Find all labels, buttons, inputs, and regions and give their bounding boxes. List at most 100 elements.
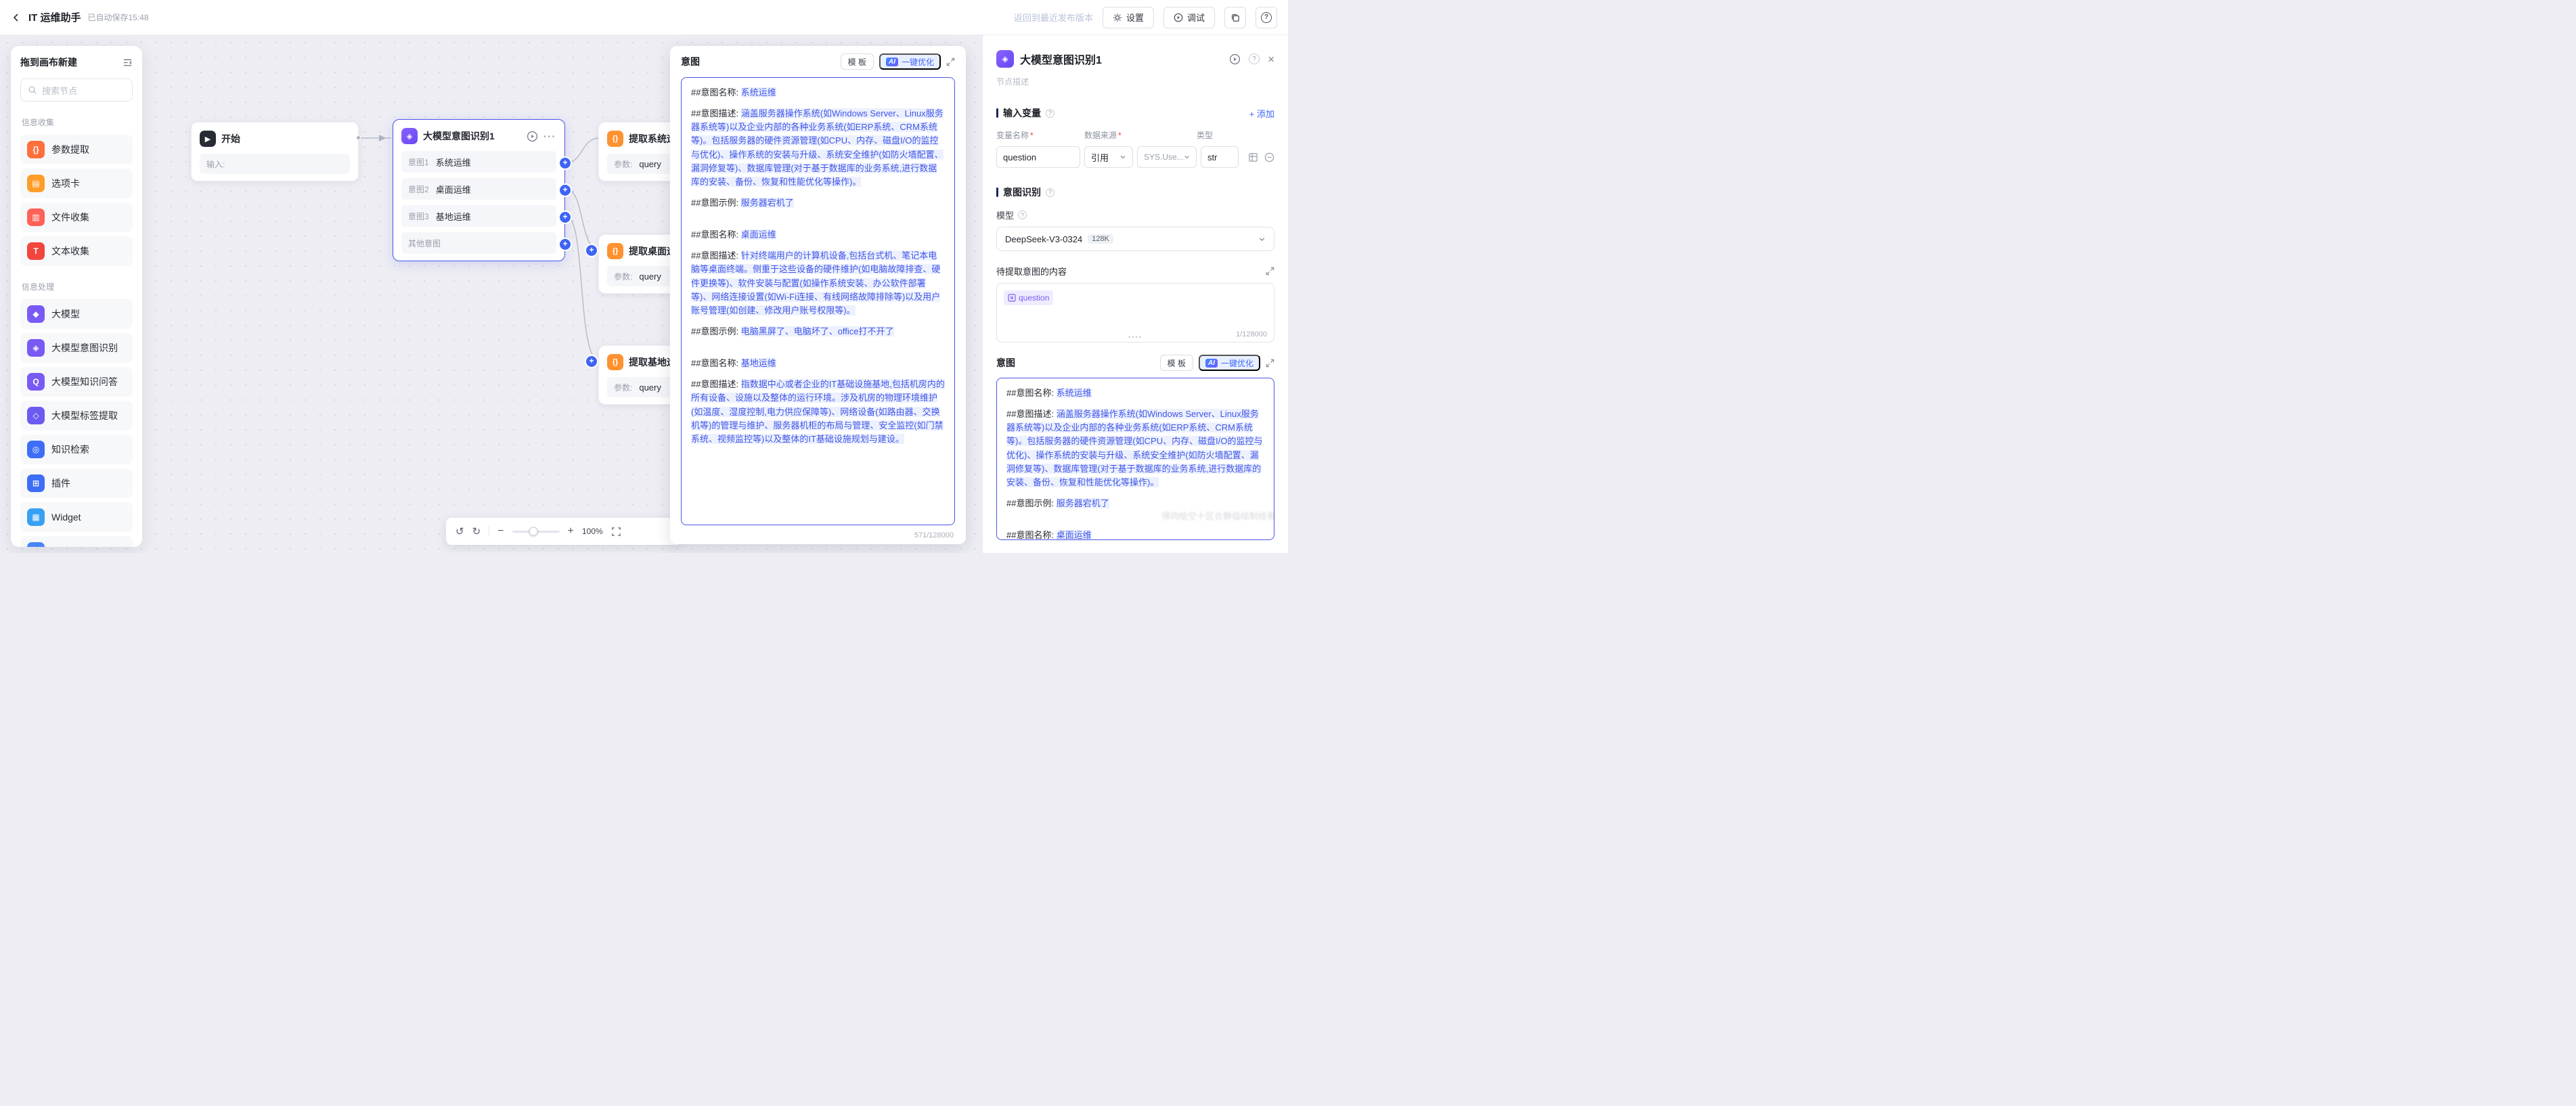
intent-editor[interactable]: ##意图名称: 系统运维##意图描述: 涵盖服务器操作系统(如Windows S… xyxy=(681,77,955,525)
sidebar-item-label: 插件 xyxy=(51,477,70,490)
redo-icon[interactable]: ↻ xyxy=(472,525,481,537)
ai-optimize-button[interactable]: AI 一键优化 xyxy=(1199,355,1260,371)
search-placeholder: 搜索节点 xyxy=(42,84,77,97)
topbar: IT 运维助手 已自动保存15:48 返回到最近发布版本 设置 调试 xyxy=(0,0,1288,35)
canvas-toolbar: ↺ ↻ − + 100% xyxy=(446,518,682,545)
node-start[interactable]: ▶ 开始 输入: xyxy=(191,122,359,181)
sidebar-item[interactable]: Q大模型知识问答 xyxy=(20,367,133,397)
sidebar-item[interactable]: ⊞ 插件 xyxy=(20,468,133,498)
undo-icon[interactable]: ↺ xyxy=(456,525,464,537)
llm-qa-icon: Q xyxy=(27,373,45,391)
close-icon[interactable]: × xyxy=(1268,53,1274,65)
search-input[interactable]: 搜索节点 xyxy=(20,79,133,102)
widget-icon: ▦ xyxy=(27,508,45,526)
model-select[interactable]: DeepSeek-V3-0324 128K xyxy=(996,227,1274,251)
template-button[interactable]: 模 板 xyxy=(841,53,874,70)
node-title: 开始 xyxy=(221,132,240,146)
intent-doc-line: ##意图示例: 服务器宕机了 xyxy=(1006,497,1264,510)
sidebar-item[interactable]: ▥文件收集 xyxy=(20,202,133,232)
variable-name-input[interactable]: question xyxy=(996,146,1080,168)
sidebar-item[interactable]: ▦Widget xyxy=(20,502,133,532)
llm-intent-node-icon: ◈ xyxy=(996,50,1014,68)
sidebar-section-title: 信息收集 xyxy=(22,116,131,128)
intent-panel-title: 意图 xyxy=(681,55,700,68)
sidebar-item[interactable]: ◎知识检索 xyxy=(20,435,133,464)
variable-icon xyxy=(1008,294,1016,302)
help-icon[interactable]: ? xyxy=(1018,211,1027,219)
zoom-slider[interactable] xyxy=(512,531,560,533)
variable-tag[interactable]: question xyxy=(1004,290,1053,305)
add-branch-icon[interactable]: + xyxy=(560,212,571,223)
add-node-on-edge-icon[interactable]: + xyxy=(586,245,597,256)
template-button[interactable]: 模 板 xyxy=(1160,355,1193,371)
back-to-release-link[interactable]: 返回到最近发布版本 xyxy=(1014,11,1093,24)
sidebar-item[interactable]: ▤ 选项卡 xyxy=(20,169,133,198)
intent-row-2[interactable]: 意图2 桌面运维 xyxy=(401,178,556,200)
run-node-icon[interactable] xyxy=(1229,53,1241,65)
add-variable-button[interactable]: + 添加 xyxy=(1249,107,1274,120)
sidebar-item[interactable]: T文本收集 xyxy=(20,236,133,266)
source-value-select[interactable]: SYS.Use... xyxy=(1137,146,1197,168)
sidebar-item[interactable]: ◇ 大模型标签提取 xyxy=(20,401,133,430)
llm-tag-icon: ◇ xyxy=(27,407,45,424)
help-button[interactable]: ? xyxy=(1256,7,1277,28)
parameter-extract-node-icon: {} xyxy=(607,354,623,370)
node-intent-recognition[interactable]: ◈ 大模型意图识别1 ··· 意图1 系统运维 意图2 桌面运维 意图3 基地运… xyxy=(393,119,565,261)
expand-icon[interactable] xyxy=(1266,267,1274,275)
intent-doc-line: ##意图名称: 桌面运维 xyxy=(1006,529,1264,540)
back-icon[interactable] xyxy=(11,12,22,23)
intent-editor[interactable]: ##意图名称: 系统运维##意图描述: 涵盖服务器操作系统(如Windows S… xyxy=(996,378,1274,540)
intent-doc-line: ##意图名称: 系统运维 xyxy=(691,86,945,99)
parameter-extract-icon: {} xyxy=(27,141,45,158)
help-icon: ? xyxy=(1261,12,1272,23)
help-icon[interactable]: ? xyxy=(1046,109,1054,118)
type-field[interactable]: str xyxy=(1201,146,1239,168)
add-branch-icon[interactable]: + xyxy=(560,239,571,250)
zoom-out-icon[interactable]: − xyxy=(497,526,504,537)
fit-view-icon[interactable] xyxy=(611,527,621,537)
resize-handle[interactable]: •••• xyxy=(1128,334,1142,340)
copy-page-button[interactable] xyxy=(1224,7,1246,28)
debug-button[interactable]: 调试 xyxy=(1163,7,1215,28)
expand-icon[interactable] xyxy=(1266,359,1274,368)
help-icon[interactable]: ? xyxy=(1046,188,1054,197)
help-icon[interactable]: ? xyxy=(1249,53,1260,64)
collapse-sidebar-icon[interactable] xyxy=(123,58,133,68)
ai-optimize-button[interactable]: AI 一键优化 xyxy=(879,53,941,70)
option-card-icon: ▤ xyxy=(27,175,45,192)
intent-row-other[interactable]: 其他意图 xyxy=(401,232,556,254)
sidebar-item[interactable]: ◈大模型意图识别 xyxy=(20,333,133,363)
intent-recognition-section-title: 意图识别 xyxy=(1003,185,1041,199)
intent-doc-line: ##意图示例: 服务器宕机了 xyxy=(691,196,945,210)
sidebar-item[interactable]: ◆大模型 xyxy=(20,299,133,329)
partial-icon xyxy=(27,542,45,547)
collapse-panel-icon[interactable] xyxy=(946,58,955,66)
node-library-sidebar: 拖到画布新建 搜索节点 信息收集{}参数提取▤选项卡▥文件收集T文本收集信息处理… xyxy=(11,46,142,547)
node-run-icon[interactable] xyxy=(527,131,538,142)
intent-label: 意图 xyxy=(996,356,1015,370)
zoom-slider-thumb[interactable] xyxy=(529,527,538,536)
plugin-icon: ⊞ xyxy=(27,474,45,492)
detail-grid-icon[interactable] xyxy=(1248,152,1258,162)
sidebar-item-label: 选项卡 xyxy=(51,177,80,190)
add-node-on-edge-icon[interactable]: + xyxy=(586,356,597,367)
sidebar-item-label: 大模型标签提取 xyxy=(51,409,118,422)
col-type: 类型 xyxy=(1197,129,1274,141)
node-description-placeholder[interactable]: 节点描述 xyxy=(996,76,1274,87)
intent-editor-panel: 意图 模 板 AI 一键优化 ##意图名称: 系统运维##意图描述: 涵盖服务器… xyxy=(670,46,966,544)
intent-row-1[interactable]: 意图1 系统运维 xyxy=(401,151,556,173)
zoom-in-icon[interactable]: + xyxy=(568,526,574,537)
add-branch-icon[interactable]: + xyxy=(560,185,571,196)
add-branch-icon[interactable]: + xyxy=(560,158,571,169)
intent-row-3[interactable]: 意图3 基地运维 xyxy=(401,205,556,227)
source-type-select[interactable]: 引用 xyxy=(1084,146,1133,168)
content-input[interactable]: question 1/128000 •••• xyxy=(996,283,1274,342)
text-collect-icon: T xyxy=(27,242,45,260)
intent-doc-line: ##意图描述: 针对终端用户的计算机设备,包括台式机、笔记本电脑等桌面终端。侧重… xyxy=(691,249,945,317)
remove-variable-icon[interactable] xyxy=(1264,152,1274,162)
connection-point[interactable] xyxy=(356,135,361,140)
settings-button[interactable]: 设置 xyxy=(1103,7,1154,28)
sidebar-item[interactable]: {}参数提取 xyxy=(20,135,133,164)
node-more-icon[interactable]: ··· xyxy=(543,131,556,141)
sidebar-item[interactable] xyxy=(20,536,133,547)
